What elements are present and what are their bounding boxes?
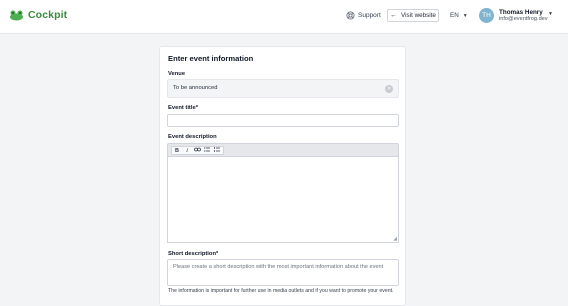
event-title-label: Event title* xyxy=(168,105,198,111)
logo[interactable]: Cockpit xyxy=(9,9,67,21)
bullet-list-icon[interactable] xyxy=(202,147,212,154)
event-form-card: Enter event information Venue To be anno… xyxy=(159,46,406,306)
bold-button[interactable]: B xyxy=(172,148,182,154)
help-text: The information is important for further… xyxy=(168,288,394,294)
visit-website-label: Visit website xyxy=(401,12,436,19)
language-selector[interactable]: EN ▼ xyxy=(450,12,468,19)
event-description-label: Event description xyxy=(168,134,217,140)
resize-handle-icon[interactable]: ◢ xyxy=(393,236,397,242)
logo-text: Cockpit xyxy=(28,9,68,21)
frog-logo-icon xyxy=(10,10,23,20)
short-description-label: Short description* xyxy=(168,251,219,257)
user-email: info@eventfrog.dev xyxy=(499,16,548,22)
short-description-input[interactable]: Please create a short description with t… xyxy=(167,259,399,286)
italic-button[interactable]: I xyxy=(182,148,192,154)
venue-select[interactable]: To be announced ✕ xyxy=(167,79,399,98)
arrow-left-icon: ← xyxy=(390,12,398,19)
numbered-list-icon[interactable] xyxy=(212,147,222,154)
support-label: Support xyxy=(358,12,381,19)
chevron-down-icon: ▼ xyxy=(462,12,468,19)
avatar[interactable]: TH xyxy=(479,8,494,23)
language-label: EN xyxy=(450,12,459,19)
form-title: Enter event information xyxy=(168,54,254,63)
user-menu-chevron-icon[interactable]: ▼ xyxy=(548,11,553,17)
formatting-buttons: B I xyxy=(171,146,224,155)
lifebuoy-icon xyxy=(346,11,355,20)
event-title-input[interactable] xyxy=(167,114,399,127)
short-description-placeholder: Please create a short description with t… xyxy=(173,264,384,270)
support-link[interactable]: Support xyxy=(346,11,381,20)
editor-toolbar: B I xyxy=(167,143,399,157)
venue-value: To be announced xyxy=(173,85,218,91)
link-icon[interactable] xyxy=(192,147,202,154)
visit-website-button[interactable]: ← Visit website xyxy=(387,9,439,22)
user-name: Thomas Henry xyxy=(499,9,543,16)
event-description-editor[interactable]: ◢ xyxy=(167,157,399,243)
clear-icon[interactable]: ✕ xyxy=(385,85,393,93)
top-bar: Cockpit Support ← Visit website EN ▼ TH … xyxy=(0,0,568,34)
venue-label: Venue xyxy=(168,71,186,77)
